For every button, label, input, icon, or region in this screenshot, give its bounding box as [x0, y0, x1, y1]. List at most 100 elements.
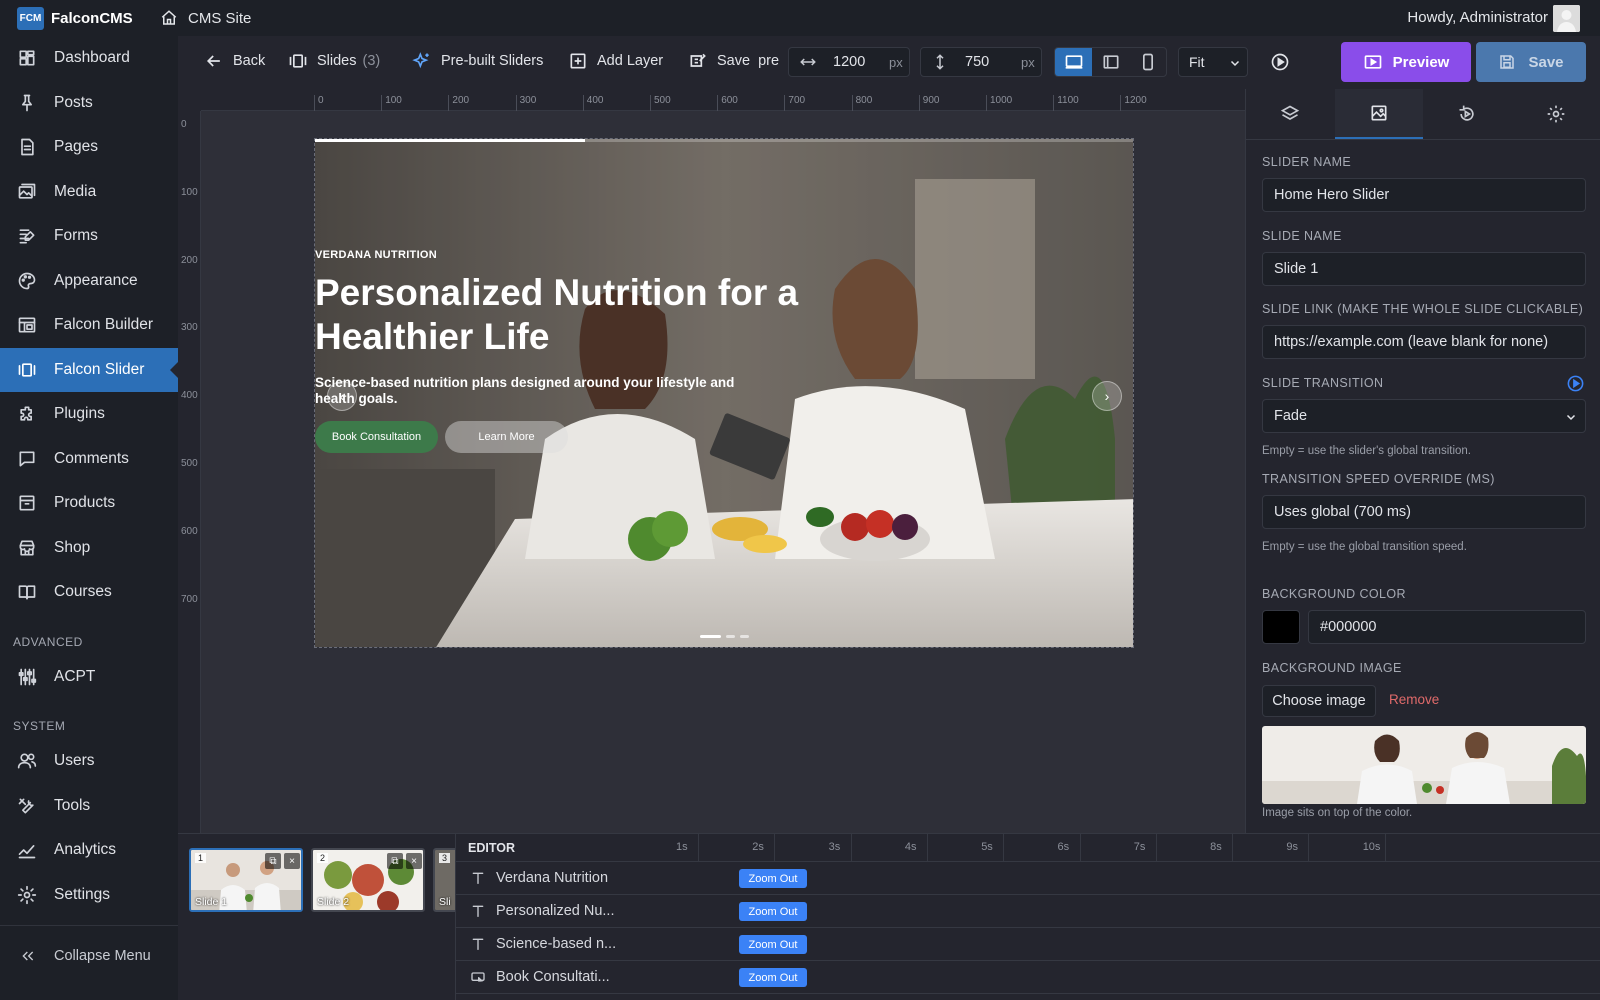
delete-slide-icon[interactable]: × — [284, 853, 300, 869]
preview-button[interactable]: Preview — [1341, 42, 1471, 82]
ruler-tick: 500 — [181, 458, 198, 469]
slide-prev-arrow[interactable]: ‹ — [327, 381, 357, 411]
slide-subline-layer[interactable]: Science-based nutrition plans designed a… — [315, 375, 755, 407]
slide-thumb-1[interactable]: 1 ⧉ × Slide 1 — [189, 848, 303, 912]
slide-dot[interactable] — [700, 635, 721, 638]
tab-animation[interactable] — [1423, 89, 1512, 139]
add-layer-button[interactable]: Add Layer — [568, 51, 663, 71]
arrow-left-icon — [206, 55, 220, 67]
avatar[interactable] — [1553, 5, 1580, 32]
slider-name-input[interactable]: Home Hero Slider — [1262, 178, 1586, 212]
sidebar-item-posts[interactable]: Posts — [0, 81, 178, 126]
timeline-row[interactable]: Science-based n... Zoom Out — [456, 928, 1600, 961]
sidebar-item-pages[interactable]: Pages — [0, 125, 178, 170]
sidebar-item-courses[interactable]: Courses — [0, 570, 178, 615]
animation-chip[interactable]: Zoom Out — [739, 968, 807, 987]
save-preset-tail: pre — [758, 53, 780, 69]
sidebar-item-products[interactable]: Products — [0, 481, 178, 526]
sidebar-item-falcon-builder[interactable]: Falcon Builder — [0, 303, 178, 348]
save-button[interactable]: Save — [1476, 42, 1586, 82]
slide-dot[interactable] — [740, 635, 749, 638]
sidebar-item-appearance[interactable]: Appearance — [0, 259, 178, 304]
palette-icon — [18, 272, 36, 290]
slider-icon — [18, 363, 36, 377]
width-input[interactable]: 1200 px — [788, 47, 910, 77]
mobile-view-button[interactable] — [1129, 48, 1166, 76]
slides-button[interactable]: Slides (3) — [288, 51, 380, 71]
ruler-tick: 1200 — [1120, 95, 1147, 111]
bg-color-swatch[interactable] — [1262, 610, 1300, 644]
sidebar-item-forms[interactable]: Forms — [0, 214, 178, 259]
prebuilt-sliders-button[interactable]: Pre-built Sliders — [412, 51, 543, 71]
tablet-view-button[interactable] — [1092, 48, 1129, 76]
desktop-view-button[interactable] — [1055, 48, 1092, 76]
save-preset-button[interactable]: Save pre — [688, 51, 779, 71]
timeline-row[interactable]: Personalized Nu... Zoom Out — [456, 895, 1600, 928]
timeline-row[interactable]: Book Consultati... Zoom Out — [456, 961, 1600, 994]
transition-select[interactable]: Fade — [1262, 399, 1586, 433]
animation-chip[interactable]: Zoom Out — [739, 935, 807, 954]
howdy-text[interactable]: Howdy, Administrator — [1407, 9, 1548, 26]
delete-slide-icon[interactable]: × — [406, 853, 422, 869]
zoom-value: Fit — [1189, 54, 1205, 70]
timeline-gridline — [1308, 834, 1310, 862]
sidebar-item-users[interactable]: Users — [0, 739, 178, 784]
speed-input[interactable]: Uses global (700 ms) — [1262, 495, 1586, 529]
duplicate-slide-icon[interactable]: ⧉ — [387, 853, 403, 869]
bg-color-label: BACKGROUND COLOR — [1262, 587, 1406, 601]
ruler-tick: 1100 — [1053, 95, 1079, 111]
sidebar-item-media[interactable]: Media — [0, 170, 178, 215]
sidebar-item-dashboard[interactable]: Dashboard — [0, 36, 178, 81]
slide-thumb-3[interactable]: 3 Sli — [433, 848, 455, 912]
brand[interactable]: FCM FalconCMS — [0, 6, 160, 30]
height-value: 750 — [965, 54, 990, 70]
preview-label: Preview — [1392, 53, 1450, 71]
ruler-tick: 500 — [650, 95, 671, 111]
book-consultation-button[interactable]: Book Consultation — [315, 421, 438, 453]
bg-color-input[interactable]: #000000 — [1308, 610, 1586, 644]
site-label: CMS Site — [188, 9, 252, 27]
sidebar-item-tools[interactable]: Tools — [0, 784, 178, 829]
sidebar-item-acpt[interactable]: ACPT — [0, 655, 178, 700]
height-input[interactable]: 750 px — [920, 47, 1042, 77]
collapse-menu-button[interactable]: Collapse Menu — [0, 925, 178, 1000]
slide-thumb-2[interactable]: 2 ⧉ × Slide 2 — [311, 848, 425, 912]
sidebar-item-plugins[interactable]: Plugins — [0, 392, 178, 437]
slide-canvas[interactable]: VERDANA NUTRITION Personalized Nutrition… — [314, 138, 1134, 648]
site-link[interactable]: CMS Site — [160, 9, 251, 27]
sidebar-item-label: ACPT — [54, 667, 96, 685]
slide-link-input[interactable]: https://example.com (leave blank for non… — [1262, 325, 1586, 359]
sidebar-item-shop[interactable]: Shop — [0, 526, 178, 571]
ruler-tick: 300 — [515, 95, 536, 111]
duplicate-slide-icon[interactable]: ⧉ — [265, 853, 281, 869]
slide-next-arrow[interactable]: › — [1092, 381, 1122, 411]
slide-name-input[interactable]: Slide 1 — [1262, 252, 1586, 286]
learn-more-button[interactable]: Learn More — [445, 421, 568, 453]
back-button[interactable]: Back — [204, 51, 265, 71]
slide-thumb-name: Slide 2 — [317, 896, 350, 908]
animation-chip[interactable]: Zoom Out — [739, 902, 807, 921]
tab-slide-settings[interactable] — [1334, 89, 1423, 139]
slide-dot[interactable] — [726, 635, 735, 638]
sidebar-item-settings[interactable]: Settings — [0, 873, 178, 918]
play-preview-icon[interactable] — [1270, 52, 1290, 72]
tab-layers[interactable] — [1246, 89, 1335, 139]
brand-name: FalconCMS — [51, 9, 133, 27]
chevron-down-icon — [1230, 60, 1240, 67]
sidebar-item-comments[interactable]: Comments — [0, 437, 178, 482]
slide-headline-layer[interactable]: Personalized Nutrition for a Healthier L… — [315, 271, 805, 359]
back-label: Back — [233, 53, 266, 69]
slide-thumb-number: 3 — [439, 853, 451, 863]
animation-chip[interactable]: Zoom Out — [739, 869, 807, 888]
tab-slider-settings[interactable] — [1512, 89, 1600, 139]
choose-image-button[interactable]: Choose image — [1262, 685, 1376, 717]
sidebar-item-falcon-slider[interactable]: Falcon Slider — [0, 347, 178, 392]
timeline-row[interactable]: Verdana Nutrition Zoom Out — [456, 862, 1600, 895]
remove-image-link[interactable]: Remove — [1389, 692, 1439, 707]
slide-kicker-layer[interactable]: VERDANA NUTRITION — [315, 249, 437, 261]
preview-icon — [1364, 55, 1381, 69]
sidebar-item-analytics[interactable]: Analytics — [0, 828, 178, 873]
ruler-tick: 800 — [851, 95, 872, 111]
zoom-select[interactable]: Fit — [1178, 47, 1248, 77]
play-transition-icon[interactable] — [1566, 374, 1585, 393]
